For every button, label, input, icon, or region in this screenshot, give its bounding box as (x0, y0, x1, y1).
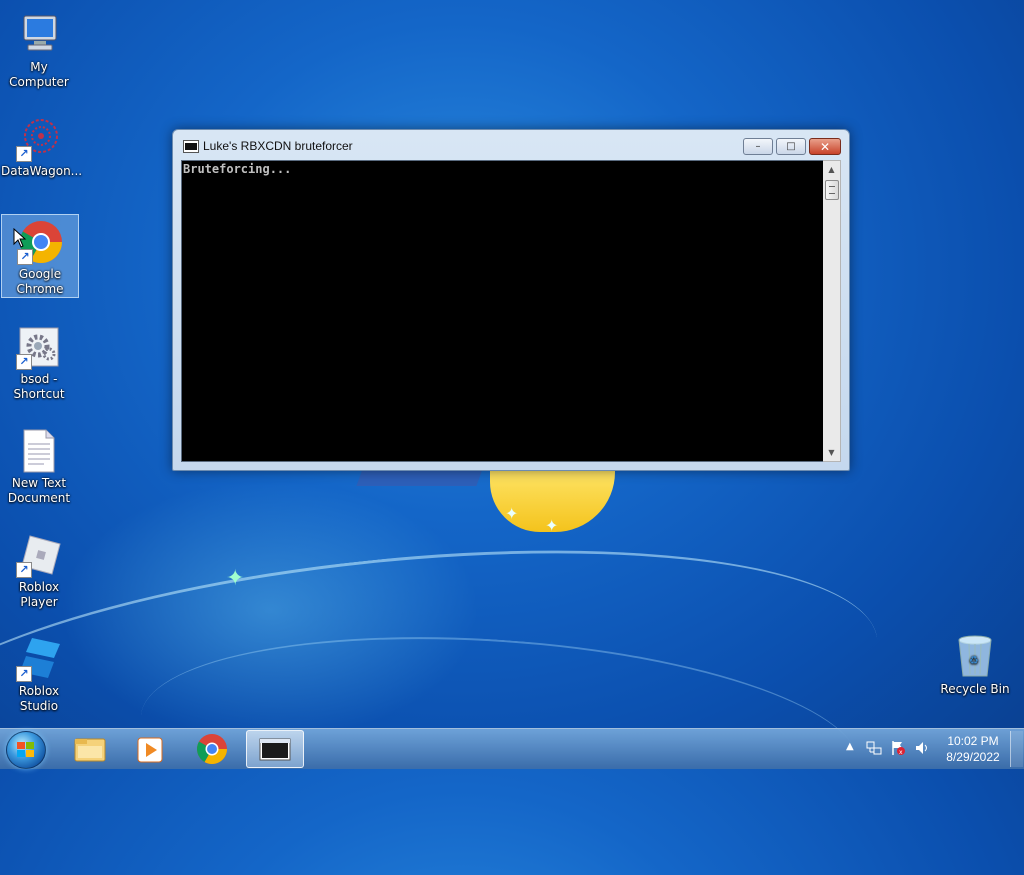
network-icon[interactable] (866, 740, 882, 756)
taskbar: ▲ x 10:02 PM 8/29/2022 (0, 728, 1024, 769)
console-text: Bruteforcing... (183, 162, 292, 176)
taskbar-console-button[interactable] (246, 730, 304, 768)
window-title: Luke's RBXCDN bruteforcer (203, 139, 353, 153)
shortcut-arrow-icon: ↗ (16, 354, 32, 370)
chrome-icon (196, 734, 227, 765)
wallpaper-sparkle: ✦ (505, 504, 519, 523)
window-titlebar[interactable]: Luke's RBXCDN bruteforcer – □ ✕ (173, 130, 849, 160)
system-clock[interactable]: 10:02 PM 8/29/2022 (934, 733, 1012, 765)
desktop-icon-label: DataWagon... (1, 164, 83, 178)
desktop-icon-label: bsod - Shortcut (13, 372, 65, 401)
scroll-up-arrow-icon[interactable]: ▲ (823, 161, 840, 178)
console-window-icon (259, 738, 291, 761)
text-document-icon (16, 428, 62, 474)
shortcut-arrow-icon: ↗ (16, 146, 32, 162)
shortcut-arrow-icon: ↗ (16, 562, 32, 578)
desktop-icon-new-text-document[interactable]: New Text Document (1, 424, 77, 506)
recycle-bin-icon: ♻ (952, 634, 998, 680)
shortcut-arrow-icon: ↗ (17, 249, 33, 265)
taskbar-chrome-button[interactable] (184, 730, 240, 768)
desktop-icon-my-computer[interactable]: My Computer (1, 8, 77, 90)
desktop-icon-label: Roblox Player (18, 580, 60, 609)
svg-text:♻: ♻ (969, 654, 979, 667)
desktop-icon-roblox-player[interactable]: ↗ Roblox Player (1, 528, 77, 610)
computer-icon (16, 12, 62, 58)
start-button[interactable] (6, 731, 46, 769)
svg-text:x: x (899, 749, 903, 756)
taskbar-file-explorer-button[interactable] (62, 730, 118, 768)
datawagon-logo-icon: ↗ (16, 116, 62, 162)
vertical-scrollbar[interactable]: ▲ ▼ (823, 160, 841, 462)
scrollbar-thumb[interactable] (825, 180, 839, 200)
console-window[interactable]: Luke's RBXCDN bruteforcer – □ ✕ Brutefor… (172, 129, 850, 471)
shortcut-arrow-icon: ↗ (16, 666, 32, 682)
windows-logo-icon (17, 742, 35, 758)
clock-date: 8/29/2022 (946, 750, 1000, 764)
file-explorer-icon (74, 738, 106, 762)
roblox-player-icon: ↗ (16, 532, 62, 578)
settings-gear-icon: ↗ (16, 324, 62, 370)
wallpaper-sparkle-green: ✦ (226, 566, 245, 591)
clock-time: 10:02 PM (947, 734, 999, 748)
show-desktop-button[interactable] (1010, 731, 1023, 767)
desktop-icon-label: Recycle Bin (940, 682, 1010, 696)
desktop-icon-google-chrome[interactable]: ↗ Google Chrome (1, 214, 79, 298)
desktop-icon-label: My Computer (9, 60, 69, 89)
desktop-icon-label: New Text Document (7, 476, 71, 505)
roblox-studio-icon: ↗ (16, 636, 62, 682)
mouse-cursor-icon (13, 228, 27, 248)
close-button[interactable]: ✕ (809, 138, 841, 155)
media-player-icon (137, 737, 163, 763)
desktop-icon-label: Roblox Studio (18, 684, 60, 713)
desktop-icon-datawagon[interactable]: ↗ DataWagon... (1, 112, 83, 179)
taskbar-media-player-button[interactable] (122, 730, 178, 768)
desktop-icon-recycle-bin[interactable]: ♻ Recycle Bin (937, 630, 1013, 697)
desktop-icon-roblox-studio[interactable]: ↗ Roblox Studio (1, 632, 77, 714)
console-output[interactable]: Bruteforcing... (181, 160, 825, 462)
maximize-button[interactable]: □ (776, 138, 806, 155)
show-hidden-icons-button[interactable]: ▲ (846, 741, 854, 752)
volume-icon[interactable] (914, 740, 930, 756)
console-window-icon (183, 140, 199, 153)
action-center-flag-icon[interactable]: x (890, 740, 906, 756)
scroll-down-arrow-icon[interactable]: ▼ (823, 444, 840, 461)
desktop-icon-bsod-shortcut[interactable]: ↗ bsod - Shortcut (1, 320, 77, 402)
minimize-button[interactable]: – (743, 138, 773, 155)
wallpaper-sparkle: ✦ (545, 516, 559, 535)
desktop-icon-label: Google Chrome (16, 267, 64, 296)
